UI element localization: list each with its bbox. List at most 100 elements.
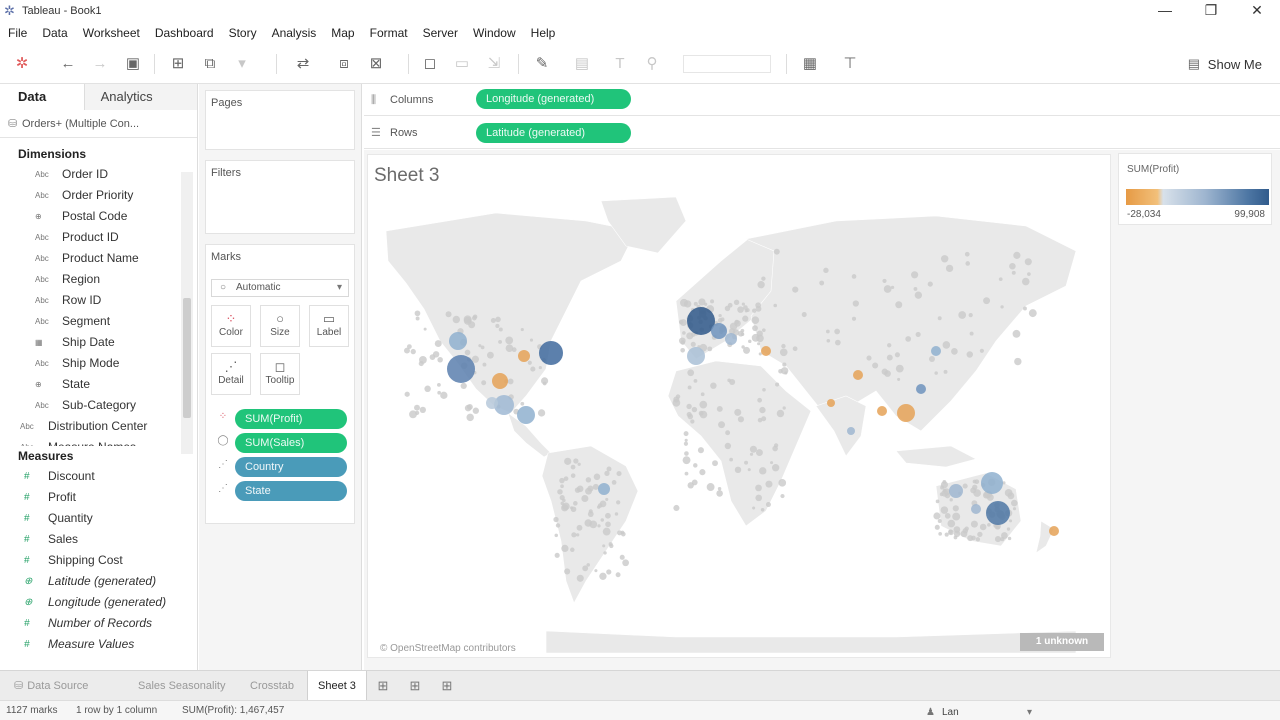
map-attribution[interactable]: © OpenStreetMap contributors — [380, 643, 516, 654]
redo-icon[interactable]: → — [90, 54, 110, 74]
color-button[interactable]: ⁘ Color — [211, 305, 251, 347]
undo-icon[interactable]: ← — [58, 54, 78, 74]
dimension-item[interactable]: Abc Row ID — [0, 290, 197, 311]
pages-card[interactable]: Pages — [205, 90, 355, 150]
show-captions-icon[interactable]: T — [610, 54, 630, 74]
measure-item[interactable]: # Number of Records — [0, 613, 197, 634]
new-dashboard-icon[interactable]: ⊞ — [406, 678, 424, 694]
save-icon[interactable]: ▣ — [123, 54, 143, 74]
columns-pill-longitude[interactable]: Longitude (generated) — [476, 89, 631, 109]
marks-pill-sales[interactable]: SUM(Sales) — [235, 433, 347, 453]
user-menu[interactable]: ♟ Lan ▾ — [926, 703, 1036, 719]
map-mark — [570, 506, 574, 510]
menu-dashboard[interactable]: Dashboard — [155, 26, 214, 40]
dimension-item[interactable]: Abc Order Priority — [0, 185, 197, 206]
marks-pill-profit[interactable]: SUM(Profit) — [235, 409, 347, 429]
measure-item[interactable]: ⊕ Latitude (generated) — [0, 571, 197, 592]
measure-item[interactable]: # Sales — [0, 529, 197, 550]
presentation-mode-icon[interactable]: ⊤ — [840, 54, 860, 74]
marks-pill-country[interactable]: Country — [235, 457, 347, 477]
map-mark — [780, 494, 785, 499]
pin-icon[interactable]: ⚲ — [642, 54, 662, 74]
mark-type-dropdown[interactable]: ○ Automatic ▾ — [211, 279, 349, 297]
dimension-item[interactable]: Abc Ship Mode — [0, 353, 197, 374]
tooltip-button[interactable]: ◻ Tooltip — [260, 353, 300, 395]
duplicate-sheet-icon[interactable]: ⧉ — [200, 54, 220, 74]
map-mark — [537, 409, 546, 417]
menu-help[interactable]: Help — [531, 26, 556, 40]
map-mark — [943, 369, 948, 374]
filters-card[interactable]: Filters — [205, 160, 355, 234]
dimension-item[interactable]: Abc Segment — [0, 311, 197, 332]
columns-shelf[interactable]: ⫼ Columns Longitude (generated) — [364, 84, 1280, 116]
close-button[interactable]: ✕ — [1234, 0, 1280, 22]
color-legend[interactable]: SUM(Profit) -28,034 99,908 — [1118, 153, 1272, 225]
dimension-item[interactable]: Abc Sub-Category — [0, 395, 197, 416]
menu-format[interactable]: Format — [370, 26, 408, 40]
tab-analytics[interactable]: Analytics — [83, 84, 197, 110]
world-map[interactable] — [376, 191, 1106, 653]
menu-map[interactable]: Map — [331, 26, 354, 40]
tab-data[interactable]: Data — [0, 84, 84, 110]
measure-item[interactable]: # Measure Values — [0, 634, 197, 655]
menu-server[interactable]: Server — [423, 26, 458, 40]
tableau-home-icon[interactable]: ✲ — [12, 54, 32, 74]
group-members-icon[interactable]: ◻ — [420, 54, 440, 74]
new-story-icon[interactable]: ⊞ — [438, 678, 456, 694]
dimension-item[interactable]: Abc Product Name — [0, 248, 197, 269]
restore-button[interactable]: ❐ — [1188, 0, 1234, 22]
rows-shelf[interactable]: ☰ Rows Latitude (generated) — [364, 117, 1280, 149]
dimensions-scrollbar[interactable] — [181, 172, 193, 454]
datasource-item[interactable]: ⛁ Orders+ (Multiple Con... — [0, 110, 197, 138]
sort-descending-icon[interactable]: ⊠ — [366, 54, 386, 74]
menu-data[interactable]: Data — [42, 26, 67, 40]
tab-sales-seasonality[interactable]: Sales Seasonality — [128, 671, 235, 701]
format-workbook-icon[interactable]: ▤ — [572, 54, 592, 74]
measure-item[interactable]: # Profit — [0, 487, 197, 508]
dimension-item[interactable]: ⊕ Postal Code — [0, 206, 197, 227]
minimize-button[interactable]: — — [1142, 0, 1188, 22]
dimension-item[interactable]: Abc Region — [0, 269, 197, 290]
unknown-indicator[interactable]: 1 unknown — [1020, 633, 1104, 651]
map-mark — [765, 480, 773, 488]
menu-analysis[interactable]: Analysis — [272, 26, 317, 40]
label-button[interactable]: ▭ Label — [309, 305, 349, 347]
highlight-icon[interactable]: ✎ — [532, 54, 552, 74]
tab-sheet-3[interactable]: Sheet 3 — [307, 671, 367, 701]
measure-item[interactable]: ⊕ Longitude (generated) — [0, 592, 197, 613]
dimension-item[interactable]: AbcMeasure Names — [0, 437, 197, 446]
clear-sheet-icon[interactable]: ▾ — [232, 54, 252, 74]
swap-rows-columns-icon[interactable]: ⇄ — [293, 54, 313, 74]
measure-item[interactable]: # Quantity — [0, 508, 197, 529]
measure-item[interactable]: # Shipping Cost — [0, 550, 197, 571]
marks-pill-state[interactable]: State — [235, 481, 347, 501]
menu-window[interactable]: Window — [473, 26, 516, 40]
menu-story[interactable]: Story — [229, 26, 257, 40]
menu-worksheet[interactable]: Worksheet — [83, 26, 140, 40]
show-me-button[interactable]: ▤ Show Me — [1188, 54, 1262, 74]
dimension-item[interactable]: Abc Order ID — [0, 164, 197, 185]
measure-item[interactable]: # Discount — [0, 466, 197, 487]
fit-dropdown[interactable] — [683, 55, 771, 73]
worksheet-view[interactable]: Sheet 3 © OpenStreetMap contributors 1 u… — [367, 154, 1111, 658]
tab-crosstab[interactable]: Crosstab — [240, 671, 304, 701]
detail-button[interactable]: ⋰ Detail — [211, 353, 251, 395]
menu-file[interactable]: File — [8, 26, 27, 40]
size-button[interactable]: ○ Size — [260, 305, 300, 347]
show-labels-icon[interactable]: ▭ — [452, 54, 472, 74]
show-cards-icon[interactable]: ▦ — [800, 54, 820, 74]
dimension-item[interactable]: ⊕ State — [0, 374, 197, 395]
new-worksheet-icon[interactable]: ⊞ — [374, 678, 392, 694]
fix-axes-icon[interactable]: ⇲ — [484, 54, 504, 74]
map-mark — [554, 533, 559, 538]
map-mark — [706, 483, 715, 491]
dimension-item[interactable]: Abc Product ID — [0, 227, 197, 248]
new-worksheet-icon[interactable]: ⊞ — [168, 54, 188, 74]
tab-data-source[interactable]: ⛁ Data Source — [4, 671, 98, 701]
map-mark — [760, 507, 765, 512]
rows-pill-latitude[interactable]: Latitude (generated) — [476, 123, 631, 143]
dimension-item[interactable]: ▦ Ship Date — [0, 332, 197, 353]
sort-ascending-icon[interactable]: ⧈ — [334, 54, 354, 74]
dimension-item[interactable]: Abc Distribution Center — [0, 416, 197, 437]
map-mark — [687, 347, 705, 365]
